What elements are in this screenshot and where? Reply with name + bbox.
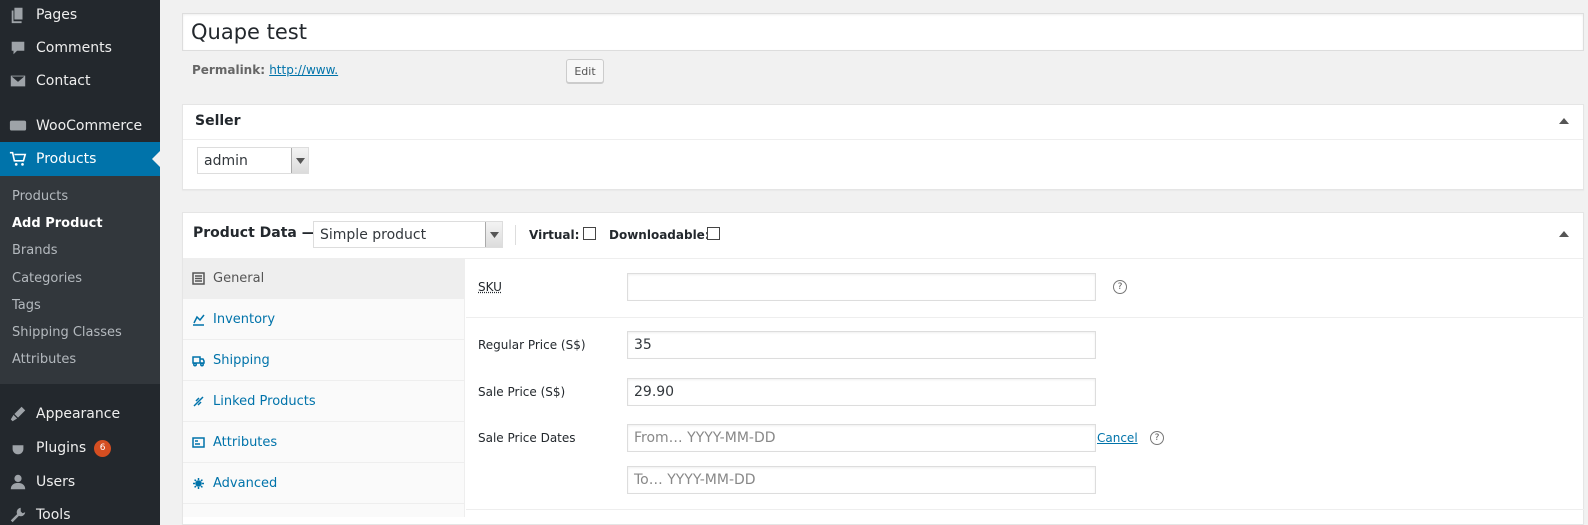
permalink: Permalink: http://www. — [192, 63, 338, 77]
current-arrow — [152, 151, 160, 167]
submenu-categories[interactable]: Categories — [12, 271, 82, 286]
help-icon[interactable]: ? — [1150, 431, 1164, 445]
regular-price-input[interactable]: 35 — [627, 331, 1096, 359]
seller-toggle-icon[interactable] — [1559, 118, 1569, 124]
tab-attributes[interactable]: Attributes — [183, 422, 465, 463]
downloadable-checkbox[interactable] — [707, 227, 720, 240]
products-submenu: Products Add Product Brands Categories T… — [0, 176, 160, 384]
divider — [183, 139, 1583, 140]
sale-date-from-input[interactable]: From… YYYY-MM-DD — [627, 424, 1096, 452]
sale-price-input[interactable]: 29.90 — [627, 378, 1096, 406]
inventory-icon — [183, 313, 213, 326]
menu-plugins[interactable]: Plugins 6 — [0, 431, 160, 465]
downloadable-label: Downloadable: — [609, 228, 710, 242]
menu-users[interactable]: Users — [0, 465, 160, 499]
seller-postbox: Seller admin — [182, 104, 1584, 190]
product-data-toggle-icon[interactable] — [1559, 231, 1569, 237]
post-title-input[interactable]: Quape test — [182, 13, 1584, 51]
product-data-tabs: General Inventory Shipping Linked Produc… — [183, 258, 465, 517]
divider — [515, 225, 516, 245]
edit-permalink-button[interactable]: Edit — [566, 59, 604, 83]
menu-woocommerce[interactable]: WooCommerce — [0, 109, 160, 143]
wrench-icon — [0, 506, 36, 524]
tab-advanced[interactable]: Advanced — [183, 463, 465, 504]
virtual-checkbox[interactable] — [583, 227, 596, 240]
menu-label: Contact — [36, 73, 91, 89]
tab-general[interactable]: General — [183, 258, 465, 299]
tab-label: Linked Products — [213, 393, 316, 409]
menu-label: Pages — [36, 7, 78, 23]
divider — [466, 509, 1584, 510]
menu-label: Comments — [36, 40, 112, 56]
menu-contact[interactable]: Contact — [0, 64, 160, 98]
sku-input[interactable] — [627, 273, 1096, 301]
menu-appearance[interactable]: Appearance — [0, 397, 160, 431]
menu-label: Tools — [36, 507, 71, 523]
divider — [466, 317, 1584, 318]
submenu-products[interactable]: Products — [12, 189, 68, 204]
sale-price-dates-label: Sale Price Dates — [478, 431, 576, 445]
menu-label: Products — [36, 151, 97, 167]
menu-label: Plugins — [36, 440, 87, 456]
permalink-link[interactable]: http://www. — [269, 63, 338, 77]
chevron-down-icon — [485, 222, 502, 247]
tab-label: Shipping — [213, 352, 270, 368]
menu-label: Users — [36, 474, 76, 490]
user-icon — [0, 473, 36, 491]
help-icon[interactable]: ? — [1113, 280, 1127, 294]
tab-label: Inventory — [213, 311, 276, 327]
tab-inventory[interactable]: Inventory — [183, 299, 465, 340]
gear-icon — [183, 477, 213, 490]
submenu-shipping-classes[interactable]: Shipping Classes — [12, 325, 122, 340]
woo-icon — [0, 117, 36, 135]
submenu-tags[interactable]: Tags — [12, 298, 41, 313]
menu-label: Appearance — [36, 406, 121, 422]
virtual-label: Virtual: — [529, 228, 580, 242]
seller-title: Seller — [195, 113, 241, 129]
general-icon — [183, 271, 213, 285]
sale-date-to-input[interactable]: To… YYYY-MM-DD — [627, 466, 1096, 494]
product-type-value: Simple product — [320, 226, 427, 243]
attributes-icon — [183, 436, 213, 449]
sale-price-label: Sale Price (S$) — [478, 385, 566, 399]
menu-products[interactable]: Products — [0, 142, 160, 176]
chevron-down-icon — [291, 148, 308, 173]
tab-shipping[interactable]: Shipping — [183, 340, 465, 381]
link-icon — [183, 395, 213, 408]
product-data-title: Product Data — — [193, 225, 316, 241]
seller-select[interactable]: admin — [197, 147, 309, 174]
plugin-icon — [0, 439, 36, 457]
tab-label: Attributes — [213, 434, 278, 450]
seller-selected-value: admin — [204, 152, 248, 169]
post-title-value: Quape test — [191, 20, 307, 44]
menu-tools[interactable]: Tools — [0, 498, 160, 525]
product-type-select[interactable]: Simple product — [313, 221, 503, 248]
submenu-brands[interactable]: Brands — [12, 243, 58, 258]
brush-icon — [0, 405, 36, 423]
tab-label: Advanced — [213, 475, 278, 491]
tab-linked-products[interactable]: Linked Products — [183, 381, 465, 422]
submenu-add-product[interactable]: Add Product — [12, 216, 103, 231]
permalink-label: Permalink: — [192, 63, 266, 77]
menu-pages[interactable]: Pages — [0, 0, 160, 32]
cart-icon — [0, 150, 36, 168]
admin-sidebar: Pages Comments Contact WooCommerce Produ… — [0, 0, 160, 525]
plugins-update-badge: 6 — [94, 439, 112, 457]
tab-label: General — [213, 270, 265, 286]
cancel-schedule-link[interactable]: Cancel — [1097, 431, 1138, 445]
pages-icon — [0, 6, 36, 24]
sku-label: SKU — [478, 280, 502, 294]
menu-label: WooCommerce — [36, 118, 143, 134]
menu-comments[interactable]: Comments — [0, 31, 160, 65]
truck-icon — [183, 354, 213, 367]
mail-icon — [0, 72, 36, 90]
regular-price-label: Regular Price (S$) — [478, 338, 586, 352]
submenu-attributes[interactable]: Attributes — [12, 352, 76, 367]
comments-icon — [0, 39, 36, 57]
